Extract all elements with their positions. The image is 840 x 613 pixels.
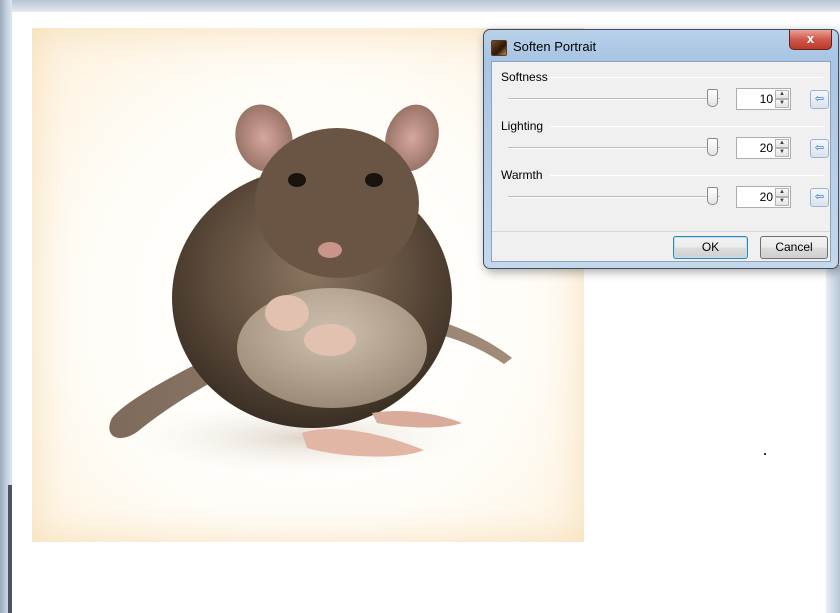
warmth-value: 20: [759, 190, 773, 204]
stray-pixel: [764, 453, 766, 455]
spin-down-icon[interactable]: ▼: [775, 148, 789, 157]
spin-up-icon[interactable]: ▲: [775, 90, 789, 99]
softness-slider-thumb[interactable]: [706, 89, 718, 107]
warmth-value-input[interactable]: 20 ▲ ▼: [736, 186, 791, 208]
warmth-reset-button[interactable]: ⇦: [810, 188, 829, 207]
lighting-value: 20: [759, 141, 773, 155]
spin-down-icon[interactable]: ▼: [775, 99, 789, 108]
softness-reset-button[interactable]: ⇦: [810, 90, 829, 109]
dialog-body: Softness 10 ▲ ▼ ⇦ Lighting 20 ▲ ▼ ⇦ Warm…: [491, 61, 831, 262]
button-separator: [492, 231, 830, 232]
lighting-reset-button[interactable]: ⇦: [810, 139, 829, 158]
dialog-title: Soften Portrait: [513, 39, 597, 54]
softness-spinner[interactable]: ▲ ▼: [775, 90, 789, 108]
spin-up-icon[interactable]: ▲: [775, 188, 789, 197]
softness-label: Softness: [501, 70, 552, 84]
close-button[interactable]: x: [789, 30, 832, 50]
warmth-divider: [550, 175, 824, 176]
window-top-border: [0, 0, 840, 12]
close-icon: x: [806, 31, 815, 46]
warmth-slider-thumb[interactable]: [706, 187, 718, 205]
soften-portrait-dialog[interactable]: Soften Portrait x Softness 10 ▲ ▼ ⇦ Ligh…: [483, 29, 839, 269]
reset-arrow-icon: ⇦: [814, 191, 825, 203]
cancel-button[interactable]: Cancel: [760, 236, 828, 259]
warmth-label: Warmth: [501, 168, 547, 182]
warmth-spinner[interactable]: ▲ ▼: [775, 188, 789, 206]
lighting-slider-track[interactable]: [508, 147, 720, 149]
lighting-spinner[interactable]: ▲ ▼: [775, 139, 789, 157]
warmth-slider-track[interactable]: [508, 196, 720, 198]
spin-up-icon[interactable]: ▲: [775, 139, 789, 148]
reset-arrow-icon: ⇦: [814, 93, 825, 105]
softness-value: 10: [759, 92, 773, 106]
softness-divider: [550, 77, 824, 78]
ok-button[interactable]: OK: [673, 236, 748, 259]
lighting-value-input[interactable]: 20 ▲ ▼: [736, 137, 791, 159]
spin-down-icon[interactable]: ▼: [775, 197, 789, 206]
softness-slider-track[interactable]: [508, 98, 720, 100]
reset-arrow-icon: ⇦: [814, 142, 825, 154]
softness-value-input[interactable]: 10 ▲ ▼: [736, 88, 791, 110]
scrollbar-edge[interactable]: [826, 265, 840, 613]
soften-portrait-icon: [491, 40, 507, 56]
lighting-slider-thumb[interactable]: [706, 138, 718, 156]
dialog-titlebar[interactable]: Soften Portrait x: [484, 30, 838, 60]
lighting-divider: [550, 126, 824, 127]
lighting-label: Lighting: [501, 119, 548, 133]
